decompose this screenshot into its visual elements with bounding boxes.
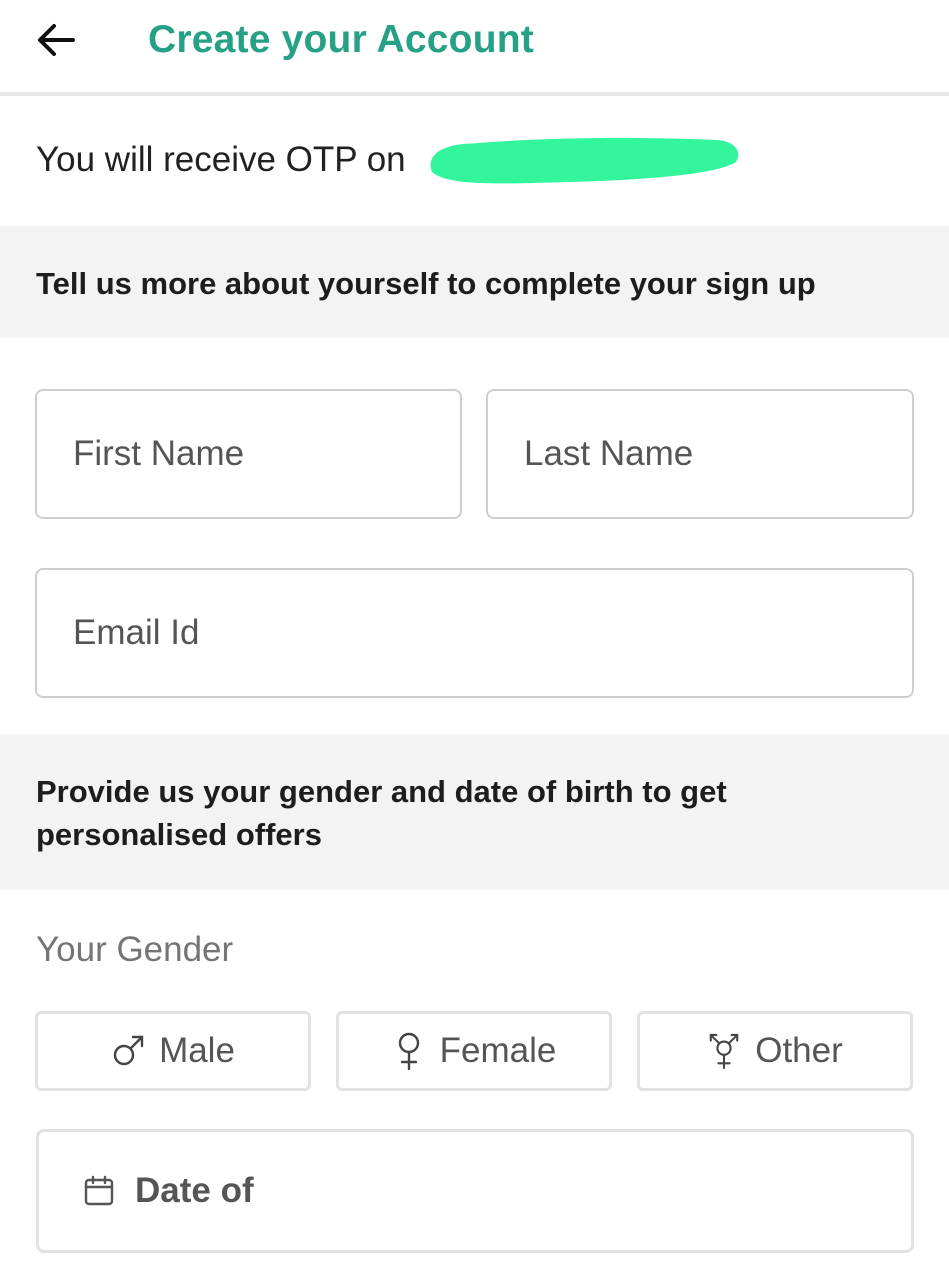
personal-info-text: Provide us your gender and date of birth… [36, 774, 727, 852]
app-header: Create your Account [0, 0, 949, 96]
calendar-icon [83, 1175, 115, 1207]
back-button[interactable] [34, 20, 78, 60]
date-of-birth-field[interactable]: Date of [36, 1129, 914, 1253]
transgender-symbol-icon [707, 1031, 741, 1071]
female-symbol-icon [392, 1031, 426, 1071]
gender-male-button[interactable]: Male [35, 1011, 311, 1091]
personal-info-band: Provide us your gender and date of birth… [0, 734, 949, 890]
gender-female-label: Female [439, 1031, 557, 1070]
gender-female-button[interactable]: Female [336, 1011, 612, 1091]
first-name-placeholder: First Name [73, 434, 245, 473]
gender-label: Your Gender [36, 930, 234, 969]
signup-info-text: Tell us more about yourself to complete … [36, 266, 816, 301]
email-placeholder: Email Id [73, 613, 200, 652]
date-of-birth-label: Date of [135, 1171, 254, 1210]
male-symbol-icon [111, 1031, 145, 1071]
gender-male-label: Male [159, 1031, 235, 1070]
email-field[interactable]: Email Id [35, 568, 914, 698]
last-name-field[interactable]: Last Name [486, 389, 914, 519]
otp-message: You will receive OTP on [36, 140, 406, 179]
first-name-field[interactable]: First Name [35, 389, 462, 519]
gender-other-button[interactable]: Other [637, 1011, 913, 1091]
arrow-left-icon [38, 24, 75, 56]
last-name-placeholder: Last Name [524, 434, 694, 473]
redaction-mark [430, 137, 739, 184]
gender-other-label: Other [755, 1031, 843, 1070]
signup-info-band: Tell us more about yourself to complete … [0, 226, 949, 338]
page-title: Create your Account [148, 18, 534, 61]
